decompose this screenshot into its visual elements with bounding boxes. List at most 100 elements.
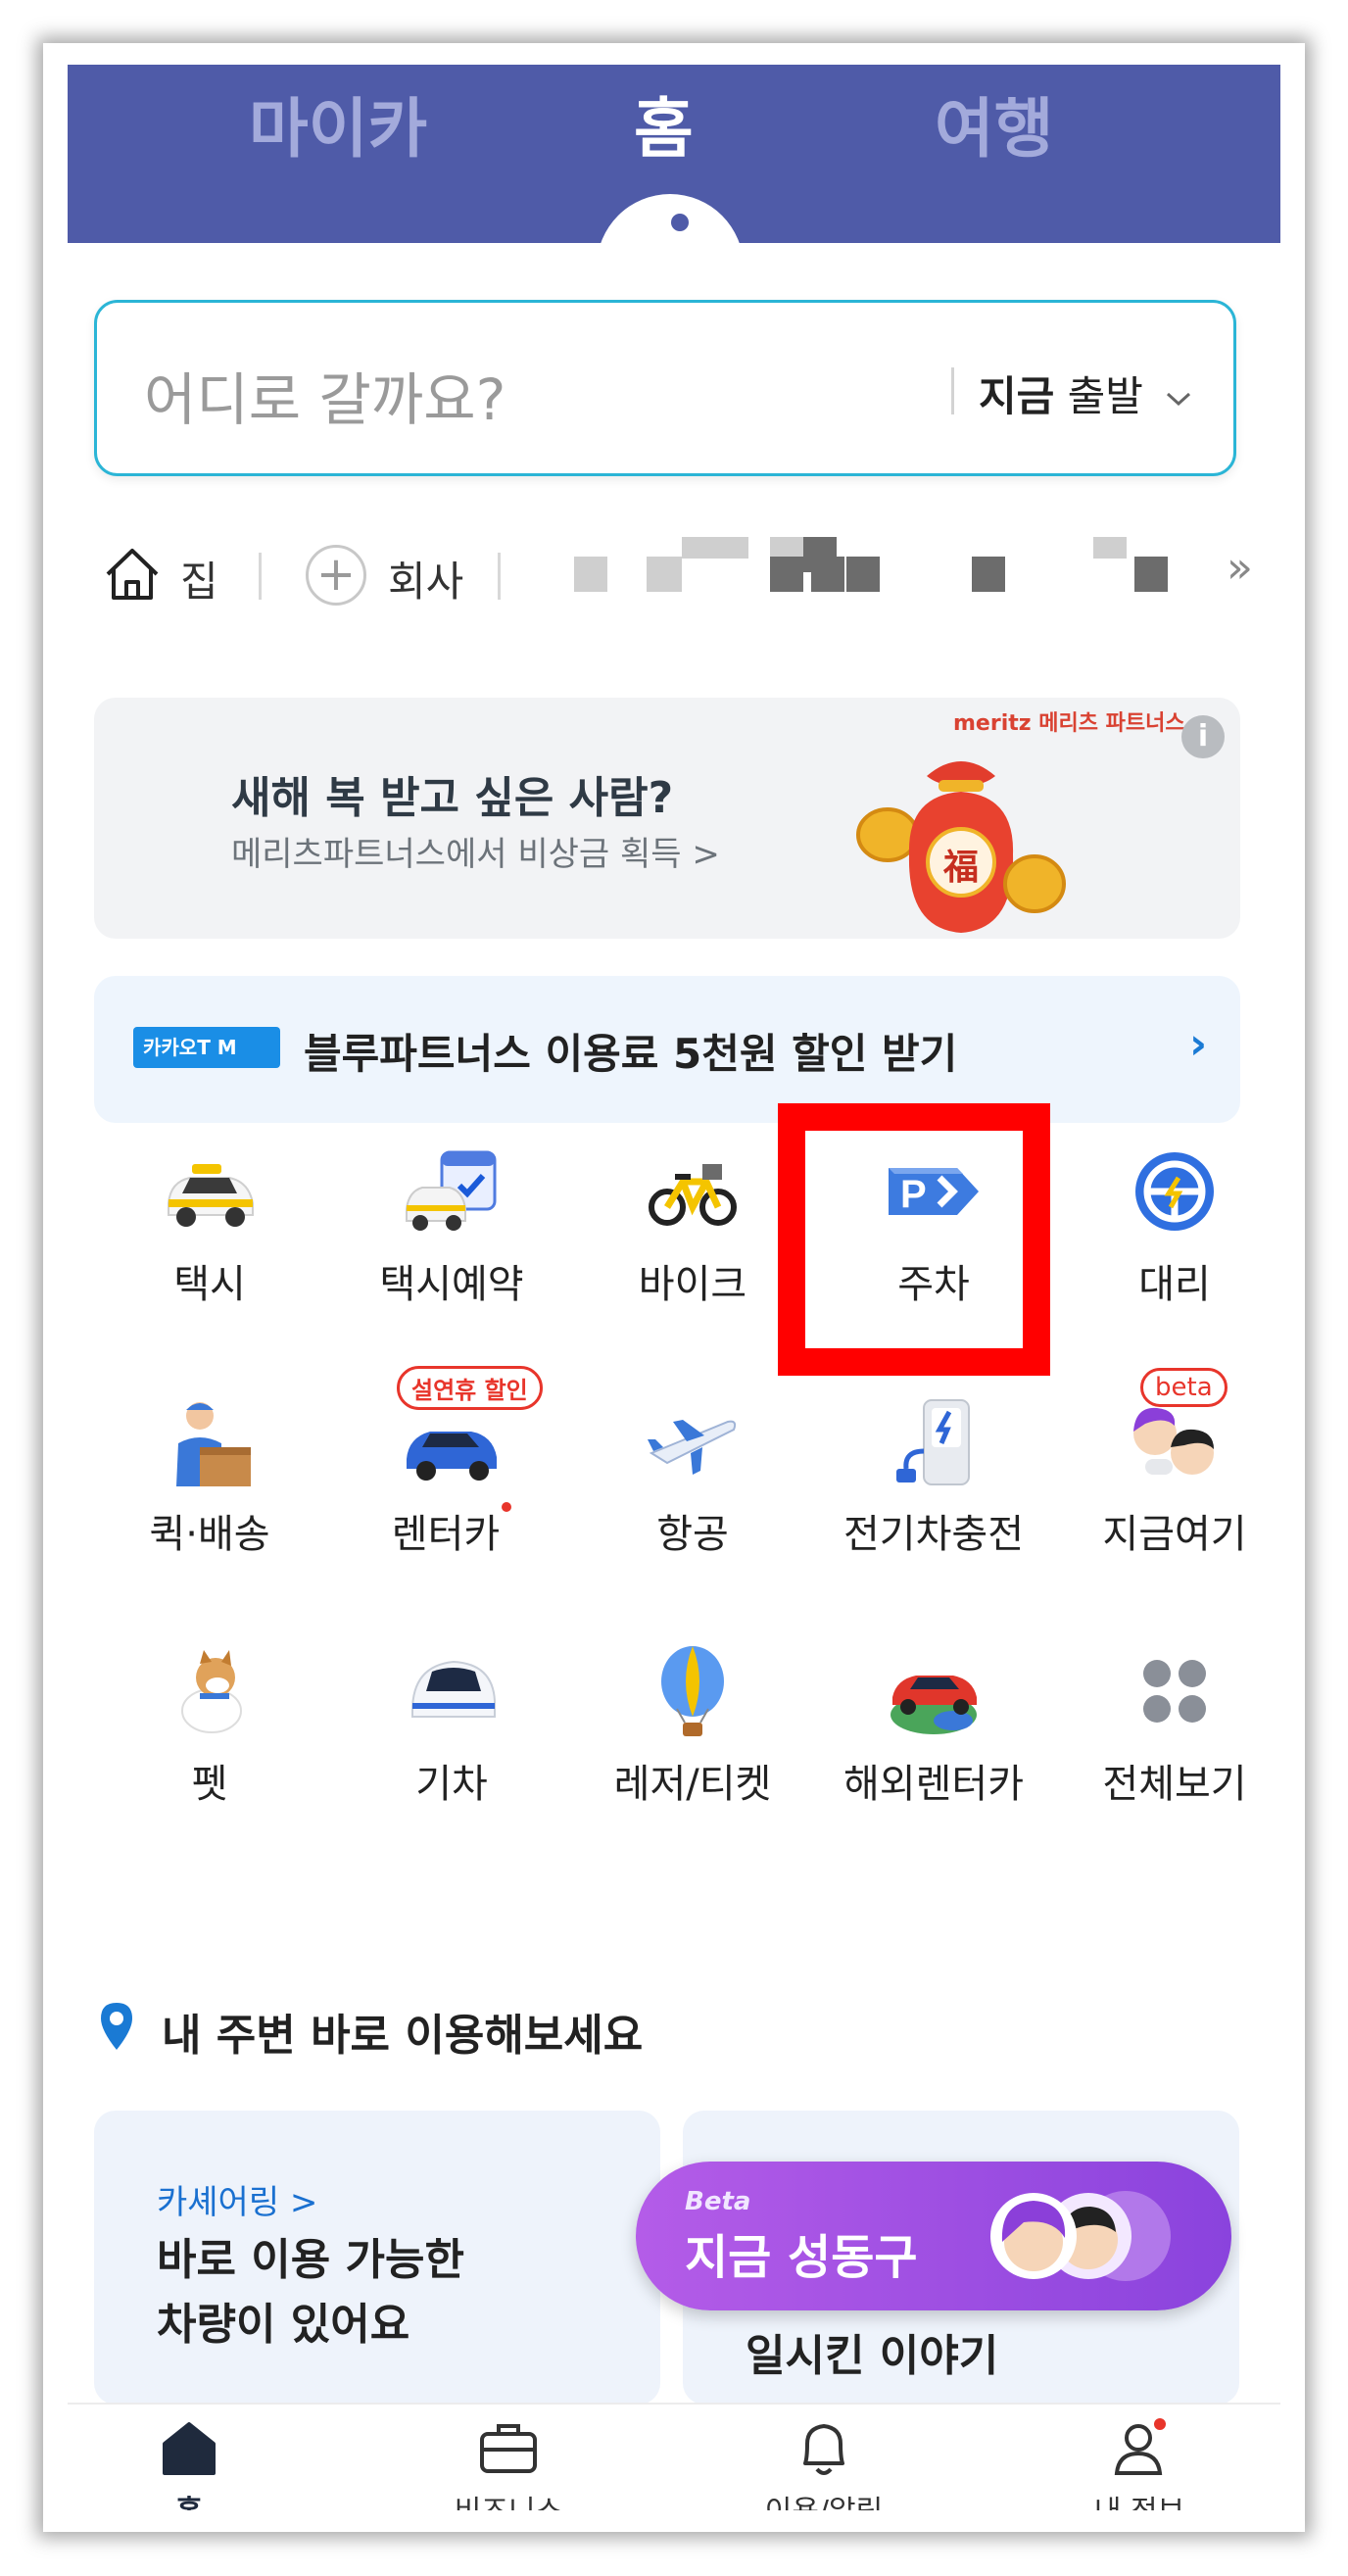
promo-subtitle[interactable]: 메리츠파트너스에서 비상금 획득 >: [231, 827, 720, 875]
blurred-shortcut: [972, 557, 1005, 592]
service-label: 펫: [191, 1762, 228, 1807]
parking-highlight-box: [778, 1103, 1050, 1376]
designated-driver-icon: [1135, 1152, 1214, 1231]
home-icon: [163, 2422, 216, 2475]
overseas-rental-icon: [891, 1676, 977, 1734]
service-now-here[interactable]: 지금여기: [1077, 1392, 1273, 1588]
rental-car-label: 렌터카: [391, 1512, 501, 1557]
service-delivery[interactable]: 퀵·배송: [112, 1392, 308, 1588]
now-here-icon: [1133, 1407, 1214, 1475]
blurred-shortcut: [574, 557, 607, 592]
service-taxi[interactable]: 택시: [112, 1142, 308, 1338]
chevron-down-icon: [1167, 392, 1191, 406]
more-shortcuts-icon[interactable]: »: [1227, 543, 1253, 593]
blurred-shortcut: [770, 537, 803, 559]
bell-icon: [803, 2424, 844, 2475]
service-bike[interactable]: 바이크: [595, 1142, 791, 1338]
service-overseas-rental[interactable]: 해외렌터카: [836, 1642, 1032, 1838]
blue-partners-banner[interactable]: 카카오T M 블루파트너스 이용료 5천원 할인 받기 ›: [94, 976, 1240, 1123]
now-here-floating-button[interactable]: Beta 지금 성동구: [636, 2162, 1231, 2310]
service-label: 지금여기: [1102, 1512, 1247, 1557]
pill-location-text: 지금 성동구: [685, 2230, 918, 2285]
fortune-character: 福: [942, 848, 979, 888]
train-icon: [411, 1660, 496, 1718]
screenshot-frame: 마이카 홈 여행 어디로 갈까요? 지금 출발 집 + 회사 » 새해 복 받고…: [43, 43, 1305, 2532]
briefcase-icon: [480, 2424, 537, 2473]
service-label: 전기차충전: [843, 1512, 1024, 1557]
service-label: 택시: [173, 1262, 246, 1307]
service-label: 대리: [1138, 1262, 1211, 1307]
blurred-shortcut: [682, 537, 748, 559]
pet-icon: [181, 1650, 242, 1733]
carsharing-link[interactable]: 카셰어링 >: [157, 2175, 317, 2223]
tab-home[interactable]: 홈: [634, 76, 694, 170]
service-rental-car[interactable]: 렌터카: [354, 1392, 550, 1588]
nav-notifications[interactable]: 이용/알림: [726, 2414, 922, 2510]
delivery-icon: [176, 1402, 251, 1486]
favorite-places-row: 집 + 회사 »: [94, 535, 1253, 613]
shortcut-separator: [259, 553, 262, 600]
departure-time-bold: 지금: [979, 372, 1055, 420]
service-taxi-reservation[interactable]: 택시예약: [354, 1142, 550, 1338]
service-label: 해외렌터카: [843, 1762, 1024, 1807]
service-label: 기차: [415, 1762, 488, 1807]
nav-my-info[interactable]: 내 정보: [1041, 2414, 1237, 2510]
blurred-shortcut: [811, 557, 844, 592]
nav-home[interactable]: 홈: [91, 2414, 287, 2510]
nav-my-info-label: 내 정보: [1041, 2487, 1237, 2510]
tab-indicator-dot: [671, 214, 689, 231]
nav-business[interactable]: 비즈니스: [410, 2414, 606, 2510]
service-leisure-ticket[interactable]: 레저/티켓: [595, 1642, 791, 1838]
blurred-shortcut: [770, 557, 803, 592]
balloon-icon: [661, 1646, 724, 1736]
chevron-right-icon: ›: [1189, 1019, 1208, 1069]
destination-search-box[interactable]: 어디로 갈까요? 지금 출발: [94, 300, 1236, 476]
departure-time-select[interactable]: 지금 출발: [979, 364, 1193, 423]
search-divider: [951, 367, 954, 414]
friends-avatar-icon: [990, 2191, 1171, 2281]
tab-mycar[interactable]: 마이카: [249, 76, 427, 170]
service-airplane[interactable]: 항공: [595, 1392, 791, 1588]
service-ev-charger[interactable]: 전기차충전: [836, 1392, 1032, 1588]
service-label: 전체보기: [1102, 1762, 1247, 1807]
location-pin-icon: [101, 2003, 132, 2050]
service-train[interactable]: 기차: [354, 1642, 550, 1838]
service-designated-driver[interactable]: 대리: [1077, 1142, 1273, 1338]
person-icon: [1114, 2418, 1166, 2475]
nav-notifications-label: 이용/알림: [726, 2487, 922, 2510]
pill-beta-label: Beta: [685, 2187, 751, 2216]
beta-badge: beta: [1140, 1368, 1228, 1407]
search-placeholder[interactable]: 어디로 갈까요?: [144, 354, 506, 436]
home-icon[interactable]: [102, 545, 163, 604]
service-view-all[interactable]: 전체보기: [1077, 1642, 1273, 1838]
meritz-logo: meritz 메리츠 파트너스: [953, 711, 1185, 736]
service-label: 항공: [656, 1512, 729, 1557]
blurred-shortcut: [1134, 557, 1168, 592]
blurred-shortcut: [647, 557, 682, 592]
service-pet[interactable]: 펫: [112, 1642, 308, 1838]
promo-banner[interactable]: 새해 복 받고 싶은 사람? 메리츠파트너스에서 비상금 획득 > meritz…: [94, 698, 1240, 939]
shortcut-separator: [498, 553, 501, 600]
bike-icon: [649, 1164, 737, 1226]
nav-home-label: 홈: [91, 2487, 287, 2510]
service-label: 렌터카: [354, 1502, 550, 1559]
holiday-discount-badge: 설연휴 할인: [397, 1366, 543, 1410]
kakao-t-m-badge: 카카오T M: [133, 1027, 280, 1068]
bottom-navigation: 홈 비즈니스 이용/알림 내 정보: [68, 2403, 1280, 2510]
tab-travel[interactable]: 여행: [935, 76, 1053, 170]
taxi-icon: [168, 1164, 254, 1227]
taxi-reservation-icon: [406, 1150, 497, 1231]
plus-icon[interactable]: +: [306, 545, 366, 606]
nearby-card-carsharing[interactable]: 카셰어링 > 바로 이용 가능한 차량이 있어요: [94, 2111, 660, 2405]
shortcut-work-label[interactable]: 회사: [388, 549, 463, 608]
promo-title: 새해 복 받고 싶은 사람?: [231, 773, 674, 823]
shortcut-home-label[interactable]: 집: [180, 549, 218, 608]
blurred-shortcut: [1093, 537, 1127, 559]
app-screen: 마이카 홈 여행 어디로 갈까요? 지금 출발 집 + 회사 » 새해 복 받고…: [68, 65, 1280, 2510]
lucky-bag-icon: [856, 761, 1066, 933]
new-dot-icon: [502, 1502, 512, 1512]
service-label: 퀵·배송: [149, 1512, 270, 1557]
service-label: 바이크: [638, 1262, 747, 1307]
info-icon[interactable]: i: [1181, 715, 1225, 758]
blurred-shortcut: [846, 557, 880, 592]
